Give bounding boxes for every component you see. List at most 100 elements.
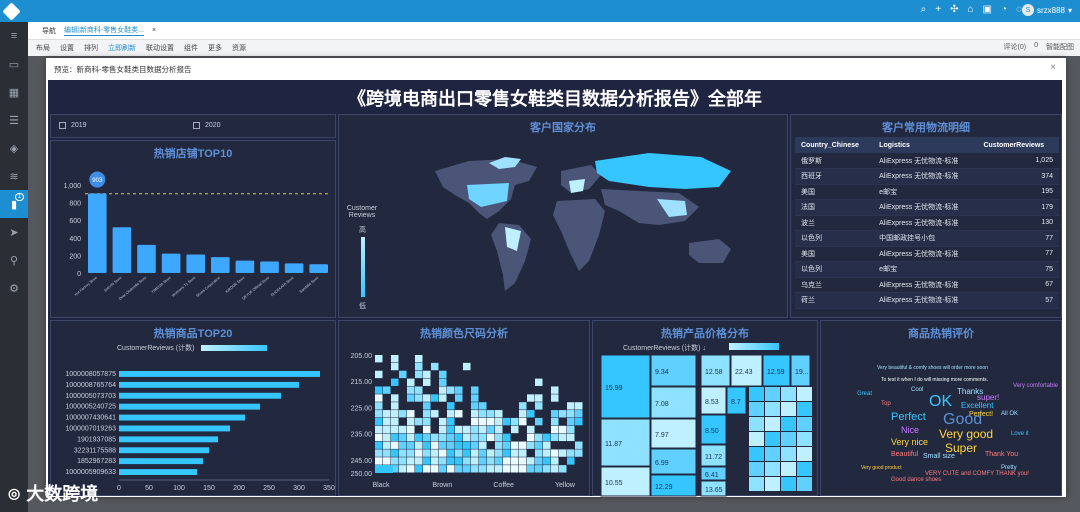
table-row[interactable]: 美国 e邮宝 195 [795, 184, 1059, 200]
tools-icon[interactable]: ⚙ [0, 274, 28, 302]
heatmap-cell[interactable] [551, 386, 559, 394]
heatmap-cell[interactable] [383, 449, 391, 457]
heatmap-cell[interactable] [471, 433, 479, 442]
search-icon[interactable]: ⌕ [921, 4, 927, 15]
collapse-icon[interactable]: ≡ [0, 22, 28, 50]
treemap-cell[interactable] [749, 447, 764, 461]
table-row[interactable]: 乌克兰 AliExpress 无忧物流-标准 67 [795, 277, 1059, 293]
toolbar-item-refresh[interactable]: 立即刷新 [108, 43, 136, 53]
heatmap-cell[interactable] [575, 402, 583, 410]
heatmap-cell[interactable] [407, 465, 415, 473]
heatmap-cell[interactable] [479, 465, 487, 473]
treemap-cell[interactable] [797, 477, 812, 491]
heatmap-cell[interactable] [503, 465, 511, 473]
treemap-cell[interactable] [749, 387, 764, 401]
heatmap-cell[interactable] [447, 441, 455, 449]
heatmap-cell[interactable] [383, 386, 391, 394]
heatmap-cell[interactable] [511, 417, 519, 426]
heatmap-cell[interactable] [471, 449, 479, 457]
heatmap-cell[interactable] [391, 394, 399, 402]
heatmap-cell[interactable] [375, 410, 383, 418]
heatmap-cell[interactable] [463, 441, 471, 449]
heatmap-cell[interactable] [527, 465, 535, 473]
heatmap-cell[interactable] [575, 410, 583, 418]
heatmap-cell[interactable] [487, 433, 495, 442]
heatmap-cell[interactable] [575, 441, 583, 449]
heatmap-cell[interactable] [447, 417, 455, 426]
heatmap-cell[interactable] [567, 449, 575, 457]
heatmap-cell[interactable] [439, 433, 447, 442]
heatmap-cell[interactable] [551, 425, 559, 434]
heatmap-cell[interactable] [383, 441, 391, 449]
heatmap-cell[interactable] [479, 449, 487, 457]
heatmap-cell[interactable] [535, 402, 543, 410]
heatmap-cell[interactable] [487, 457, 495, 465]
heatmap-cell[interactable] [391, 425, 399, 434]
heatmap-cell[interactable] [423, 465, 431, 473]
heatmap-cell[interactable] [503, 417, 511, 426]
heatmap-cell[interactable] [407, 441, 415, 449]
toolbar-item-more[interactable]: 更多 [208, 43, 222, 53]
heatmap-cell[interactable] [447, 457, 455, 465]
heatmap-cell[interactable] [495, 433, 503, 442]
heatmap-cell[interactable] [503, 457, 511, 465]
heatmap-cell[interactable] [527, 410, 535, 418]
heatmap-cell[interactable] [439, 378, 447, 386]
heatmap-cell[interactable] [455, 457, 463, 465]
table-row[interactable]: 法国 AliExpress 无忧物流-标准 179 [795, 199, 1059, 216]
heatmap-cell[interactable] [415, 457, 423, 465]
heatmap-cell[interactable] [423, 441, 431, 449]
heatmap-cell[interactable] [399, 441, 407, 449]
send-icon[interactable]: ➤ [0, 218, 28, 246]
heatmap-cell[interactable] [415, 394, 423, 402]
products-bar[interactable] [119, 447, 209, 454]
treemap-cell[interactable] [765, 462, 780, 476]
heatmap-cell[interactable] [447, 433, 455, 442]
heatmap-cell[interactable] [463, 433, 471, 442]
heatmap-cell[interactable] [391, 433, 399, 442]
heatmap-cell[interactable] [479, 417, 487, 426]
heatmap-cell[interactable] [519, 457, 527, 465]
heatmap-cell[interactable] [415, 386, 423, 394]
heatmap-cell[interactable] [439, 394, 447, 402]
heatmap-cell[interactable] [375, 449, 383, 457]
heatmap-cell[interactable] [567, 417, 575, 426]
heatmap-cell[interactable] [463, 457, 471, 465]
tab-active[interactable]: 编辑|新商科-零售女鞋类... [64, 25, 144, 36]
products-bar[interactable] [119, 458, 203, 465]
heatmap-cell[interactable] [495, 449, 503, 457]
heatmap-cell[interactable] [447, 402, 455, 410]
heatmap-cell[interactable] [415, 465, 423, 473]
heatmap-cell[interactable] [527, 457, 535, 465]
heatmap-cell[interactable] [519, 417, 527, 426]
heatmap-cell[interactable] [439, 449, 447, 457]
treemap-cell[interactable] [765, 387, 780, 401]
heatmap-cell[interactable] [391, 410, 399, 418]
heatmap-cell[interactable] [439, 465, 447, 473]
checkbox-2019[interactable] [59, 122, 66, 129]
heatmap-cell[interactable] [407, 417, 415, 426]
products-bar[interactable] [119, 414, 245, 421]
heatmap-cell[interactable] [527, 425, 535, 434]
heatmap-cell[interactable] [455, 386, 463, 394]
toolbar-item-arrange[interactable]: 排列 [84, 43, 98, 53]
heatmap-cell[interactable] [423, 402, 431, 410]
products-bar[interactable] [119, 469, 197, 475]
logistics-header-logistics[interactable]: Logistics [873, 137, 978, 153]
tab-nav[interactable]: 导航 [42, 26, 56, 36]
treemap-cell[interactable] [749, 477, 764, 491]
heatmap-cell[interactable] [375, 394, 383, 402]
heatmap-cell[interactable] [479, 410, 487, 418]
heatmap-cell[interactable] [423, 425, 431, 434]
treemap-cell[interactable] [797, 402, 812, 416]
heatmap-cell[interactable] [455, 465, 463, 473]
heatmap-cell[interactable] [431, 449, 439, 457]
heatmap-cell[interactable] [503, 433, 511, 442]
heatmap-cell[interactable] [511, 457, 519, 465]
heatmap-cell[interactable] [535, 394, 543, 402]
heatmap-cell[interactable] [535, 465, 543, 473]
heatmap-cell[interactable] [391, 449, 399, 457]
heatmap-cell[interactable] [463, 449, 471, 457]
treemap-cell[interactable] [765, 402, 780, 416]
heatmap-cell[interactable] [495, 417, 503, 426]
